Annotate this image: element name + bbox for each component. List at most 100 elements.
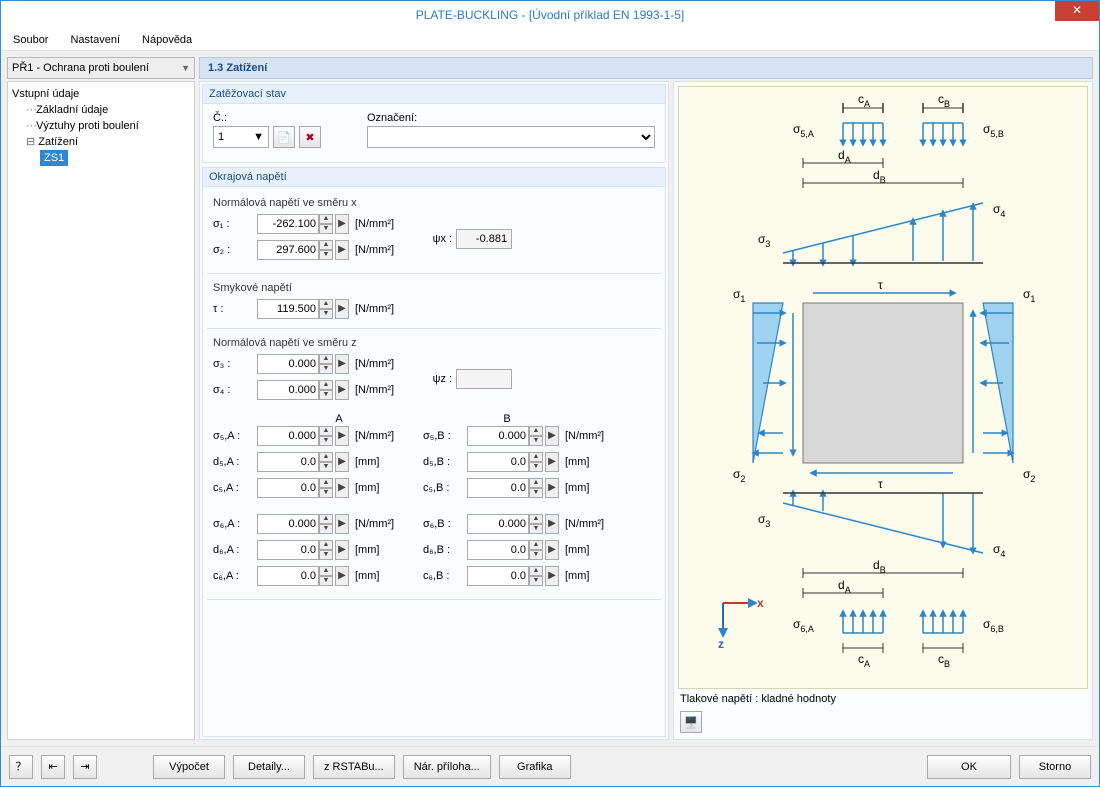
lc-number-label: Č.: <box>213 112 321 124</box>
svg-text:τ: τ <box>878 477 883 491</box>
content-area: PŘ1 - Ochrana proti boulení ▼ Vstupní úd… <box>1 51 1099 746</box>
tau-label: τ : <box>213 303 251 315</box>
svg-text:dA: dA <box>838 578 851 595</box>
menu-file[interactable]: Soubor <box>7 32 54 48</box>
nz-title: Normálová napětí ve směru z <box>213 337 655 349</box>
nav-tree[interactable]: Vstupní údaje Základní údaje Výztuhy pro… <box>7 81 195 740</box>
svg-text:cA: cA <box>858 652 870 669</box>
psiz-value <box>456 369 512 389</box>
d5b-input[interactable]: ▲▼▶ <box>467 452 559 472</box>
sigma1-input[interactable]: ▲▼▶ <box>257 214 349 234</box>
details-button[interactable]: Detaily... <box>233 755 305 779</box>
c5b-input[interactable]: ▲▼▶ <box>467 478 559 498</box>
svg-text:dB: dB <box>873 558 886 575</box>
new-lc-button[interactable]: 📄 <box>273 126 295 148</box>
calc-button[interactable]: Výpočet <box>153 755 225 779</box>
panel-header: 1.3 Zatížení <box>199 57 1093 79</box>
nx-title: Normálová napětí ve směru x <box>213 197 655 209</box>
columns: Zatěžovací stav Č.: 1 ▼ <box>199 81 1093 740</box>
sigma6a-input[interactable]: ▲▼▶ <box>257 514 349 534</box>
svg-text:dB: dB <box>873 168 886 185</box>
diagram-caption: Tlakové napětí : kladné hodnoty <box>678 689 1088 709</box>
sigma4-label: σ₄ : <box>213 384 251 396</box>
col-a-header: A <box>255 413 423 425</box>
psix-label: ψx : <box>424 233 452 245</box>
lc-desc-combo[interactable] <box>367 126 655 148</box>
svg-text:τ: τ <box>878 278 883 292</box>
app-window: PLATE-BUCKLING - [Úvodní příklad EN 1993… <box>0 0 1100 787</box>
annex-button[interactable]: Nár. příloha... <box>403 755 491 779</box>
svg-text:σ1: σ1 <box>733 287 745 304</box>
svg-text:σ6,A: σ6,A <box>793 617 814 634</box>
svg-text:σ4: σ4 <box>993 542 1005 559</box>
c6a-input[interactable]: ▲▼▶ <box>257 566 349 586</box>
tree-loads[interactable]: Zatížení <box>26 134 190 150</box>
sigma5a-input[interactable]: ▲▼▶ <box>257 426 349 446</box>
diagram: cA cB σ5,A σ5,B dA dB <box>678 86 1088 689</box>
menu-help[interactable]: Nápověda <box>136 32 198 48</box>
svg-text:z: z <box>718 637 724 651</box>
sigma6b-input[interactable]: ▲▼▶ <box>467 514 559 534</box>
shear-title: Smykové napětí <box>213 282 655 294</box>
diagram-pane: cA cB σ5,A σ5,B dA dB <box>673 81 1093 740</box>
graphic-button[interactable]: Grafika <box>499 755 571 779</box>
d6a-input[interactable]: ▲▼▶ <box>257 540 349 560</box>
tree-root[interactable]: Vstupní údaje <box>12 86 190 102</box>
tree-basic[interactable]: Základní údaje <box>26 102 190 118</box>
svg-text:σ3: σ3 <box>758 512 770 529</box>
c6b-input[interactable]: ▲▼▶ <box>467 566 559 586</box>
c5a-input[interactable]: ▲▼▶ <box>257 478 349 498</box>
prev-button[interactable]: ⇤ <box>41 755 65 779</box>
form-pane: Zatěžovací stav Č.: 1 ▼ <box>199 81 669 740</box>
group-edge: Okrajová napětí Normálová napětí ve směr… <box>202 167 666 737</box>
sigma4-input[interactable]: ▲▼▶ <box>257 380 349 400</box>
sigma1-label: σ₁ : <box>213 218 251 230</box>
close-button[interactable]: ✕ <box>1055 1 1099 21</box>
d5a-input[interactable]: ▲▼▶ <box>257 452 349 472</box>
unit-nmm2: [N/mm²] <box>355 218 394 230</box>
sigma5b-input[interactable]: ▲▼▶ <box>467 426 559 446</box>
lc-number-combo[interactable]: 1 ▼ <box>213 126 269 148</box>
group-loadcase: Zatěžovací stav Č.: 1 ▼ <box>202 84 666 163</box>
svg-text:σ5,B: σ5,B <box>983 122 1004 139</box>
rstab-button[interactable]: z RSTABu... <box>313 755 395 779</box>
sigma3-input[interactable]: ▲▼▶ <box>257 354 349 374</box>
menu-settings[interactable]: Nastavení <box>64 32 126 48</box>
left-column: PŘ1 - Ochrana proti boulení ▼ Vstupní úd… <box>7 57 195 740</box>
case-combo-value: PŘ1 - Ochrana proti boulení <box>12 62 149 74</box>
svg-text:σ6,B: σ6,B <box>983 617 1004 634</box>
tau-input[interactable]: ▲▼▶ <box>257 299 349 319</box>
d6b-input[interactable]: ▲▼▶ <box>467 540 559 560</box>
menu-bar: Soubor Nastavení Nápověda <box>1 29 1099 51</box>
group-loadcase-title: Zatěžovací stav <box>203 85 665 104</box>
svg-text:dA: dA <box>838 148 851 165</box>
case-combo[interactable]: PŘ1 - Ochrana proti boulení ▼ <box>7 57 195 79</box>
svg-text:σ2: σ2 <box>733 467 745 484</box>
svg-text:cA: cA <box>858 93 870 109</box>
main-pane: 1.3 Zatížení Zatěžovací stav Č.: 1 <box>199 57 1093 740</box>
svg-text:σ2: σ2 <box>1023 467 1035 484</box>
window-title: PLATE-BUCKLING - [Úvodní příklad EN 1993… <box>416 8 685 22</box>
tree-zs1[interactable]: ZS1 <box>40 150 68 166</box>
sigma3-label: σ₃ : <box>213 358 251 370</box>
ok-button[interactable]: OK <box>927 755 1011 779</box>
diagram-options-button[interactable]: 🖥️ <box>680 711 702 733</box>
svg-text:x: x <box>757 596 764 610</box>
sigma2-input[interactable]: ▲▼▶ <box>257 240 349 260</box>
help-button[interactable]: ？ <box>9 755 33 779</box>
psix-value <box>456 229 512 249</box>
sigma2-label: σ₂ : <box>213 244 251 256</box>
next-button[interactable]: ⇥ <box>73 755 97 779</box>
delete-lc-button[interactable]: ✖ <box>299 126 321 148</box>
svg-text:σ1: σ1 <box>1023 287 1035 304</box>
svg-text:cB: cB <box>938 652 950 669</box>
group-edge-title: Okrajová napětí <box>203 168 665 187</box>
titlebar: PLATE-BUCKLING - [Úvodní příklad EN 1993… <box>1 1 1099 29</box>
chevron-down-icon: ▼ <box>253 131 264 143</box>
tree-stiffeners[interactable]: Výztuhy proti boulení <box>26 118 190 134</box>
svg-text:σ3: σ3 <box>758 232 770 249</box>
chevron-down-icon: ▼ <box>181 63 190 73</box>
lc-desc-label: Označení: <box>367 112 655 124</box>
cancel-button[interactable]: Storno <box>1019 755 1091 779</box>
footer: ？ ⇤ ⇥ Výpočet Detaily... z RSTABu... Nár… <box>1 746 1099 786</box>
